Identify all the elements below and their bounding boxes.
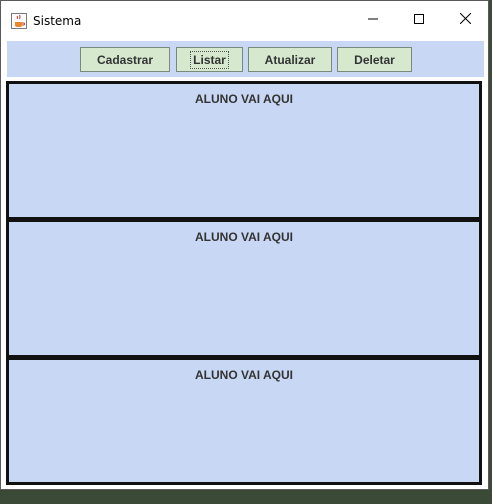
close-button[interactable] [442,1,488,39]
content-pane: Cadastrar Listar Atualizar Deletar ALUNO… [5,39,484,485]
deletar-label: Deletar [354,52,395,67]
window-title: Sistema [33,14,82,28]
student-panel-2: ALUNO VAI AQUI [6,219,482,358]
atualizar-label: Atualizar [264,52,316,67]
title-bar[interactable]: Sistema [1,1,488,39]
desktop-background-bottom [0,490,492,504]
minimize-button[interactable] [350,1,396,39]
close-icon [459,11,471,29]
atualizar-button[interactable]: Atualizar [248,47,332,72]
maximize-button[interactable] [396,1,442,39]
app-window: Sistema Cadastrar Listar Atualizar Delet… [0,0,489,490]
minimize-icon [368,11,378,29]
listar-label: Listar [190,50,229,69]
student-panel-label: ALUNO VAI AQUI [195,230,293,244]
student-panel-1: ALUNO VAI AQUI [6,81,482,220]
listar-button[interactable]: Listar [176,47,243,72]
java-cup-icon [11,13,27,29]
cadastrar-button[interactable]: Cadastrar [80,47,170,72]
student-panel-label: ALUNO VAI AQUI [195,92,293,106]
cadastrar-label: Cadastrar [96,52,154,67]
deletar-button[interactable]: Deletar [337,47,412,72]
student-panel-3: ALUNO VAI AQUI [6,357,482,485]
maximize-icon [414,11,424,29]
toolbar: Cadastrar Listar Atualizar Deletar [7,41,484,77]
student-panel-label: ALUNO VAI AQUI [195,368,293,382]
